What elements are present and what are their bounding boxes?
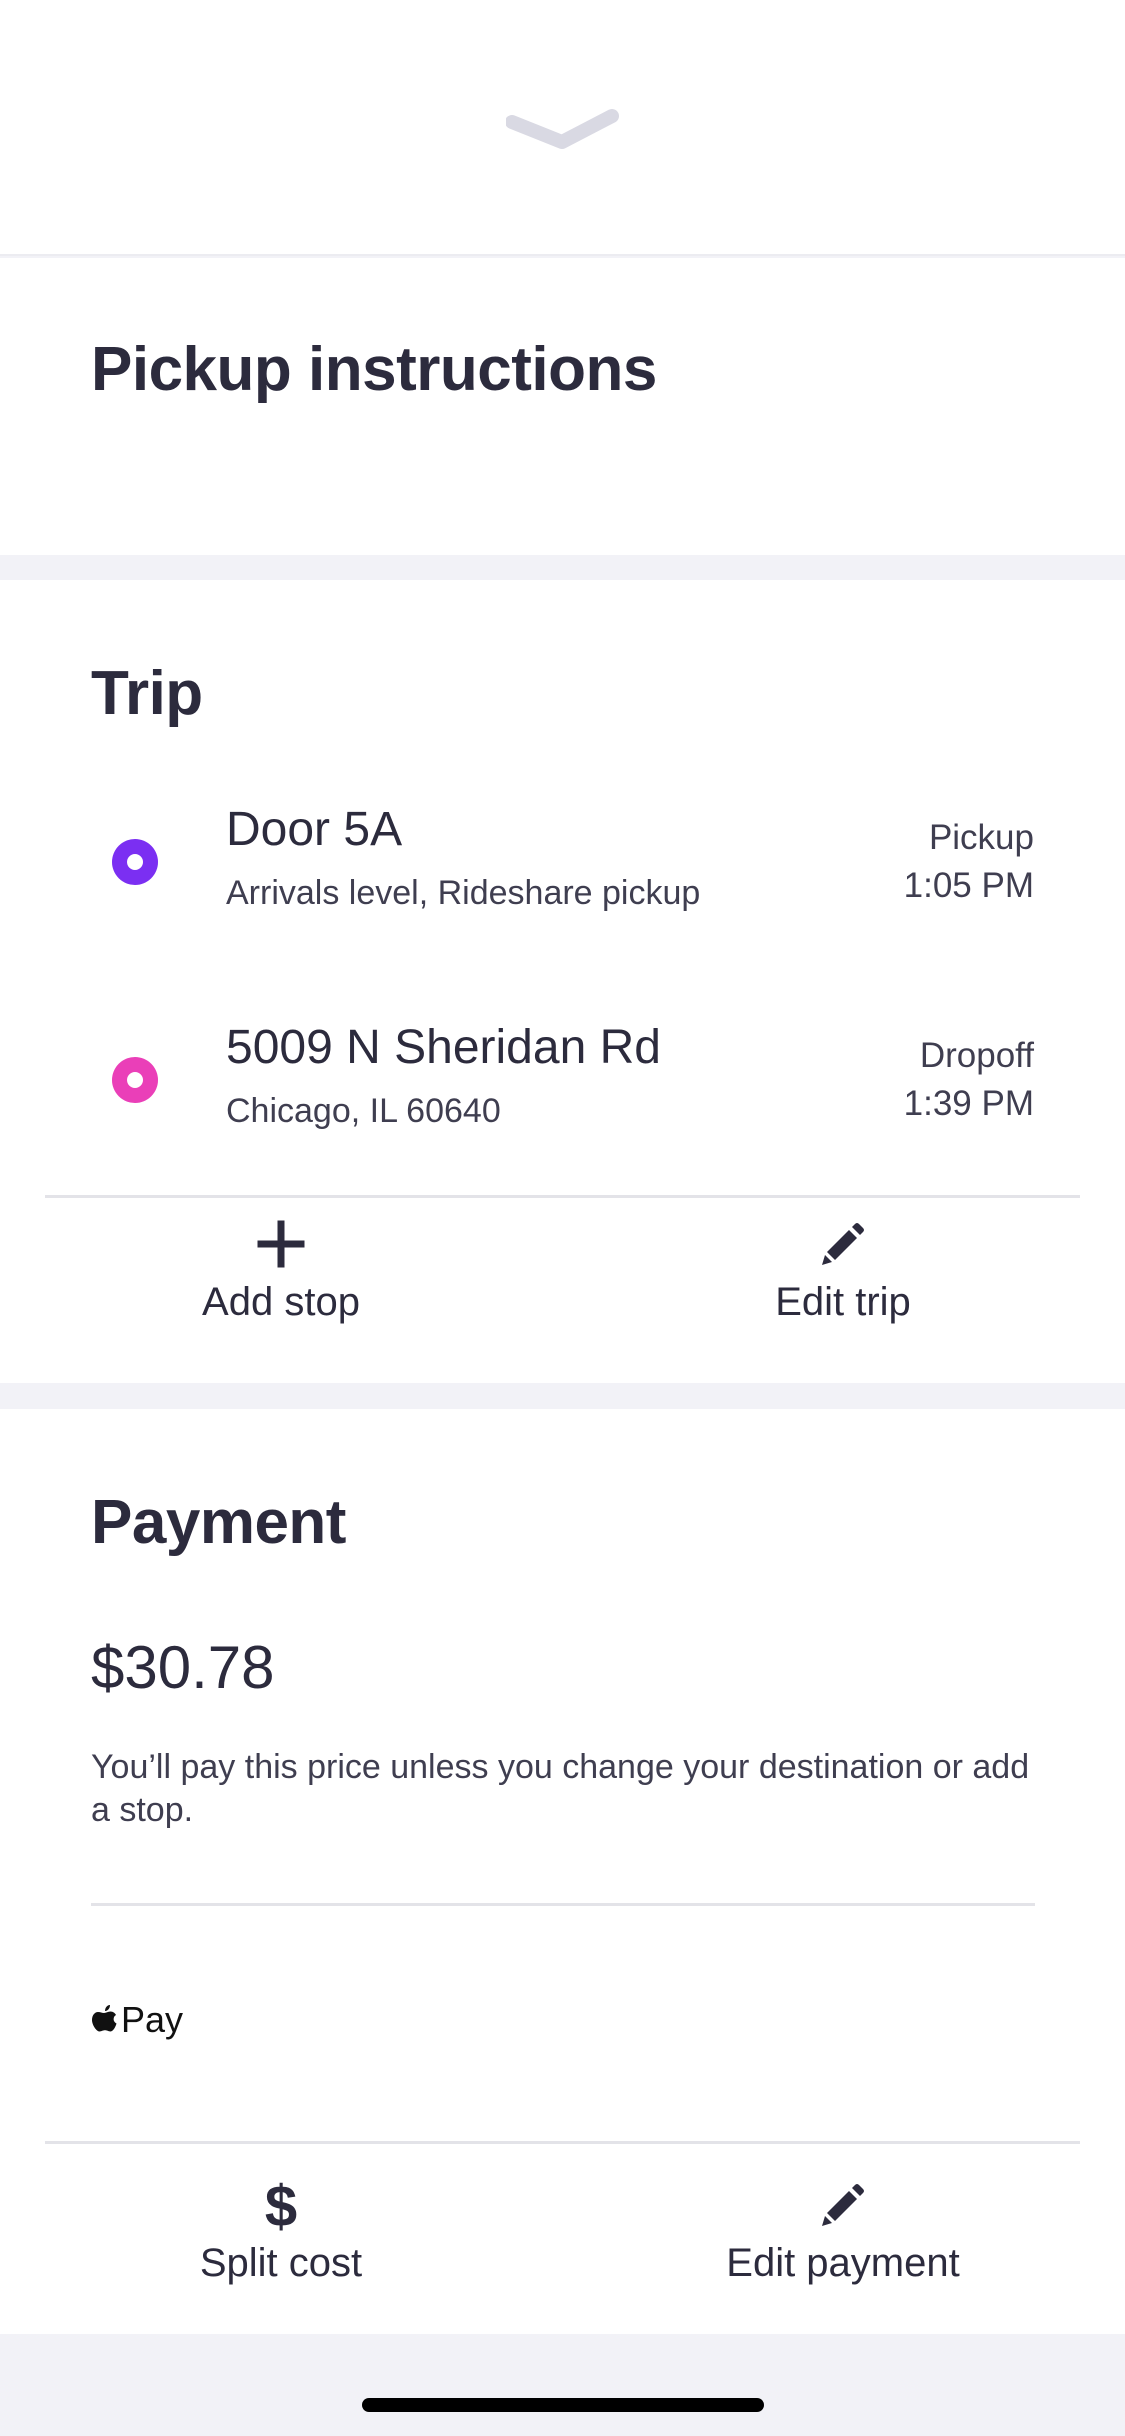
stop-name: Door 5A [226,803,403,856]
dropoff-dot-icon [112,1057,158,1103]
sheet-header [0,0,1125,256]
price-amount: $30.78 [91,1634,275,1701]
home-indicator[interactable] [362,2398,764,2412]
plus-icon [257,1220,305,1268]
divider [45,1195,1080,1198]
edit-trip-label: Edit trip [775,1280,911,1324]
edit-trip-button[interactable]: Edit trip [562,1220,1124,1370]
payment-method-apple-pay[interactable]: Pay [90,1999,183,2041]
stop-kind: Dropoff [919,1036,1034,1075]
trip-section: Trip Door 5A Arrivals level, Rideshare p… [0,580,1125,1383]
price-note: You’ll pay this price unless you change … [91,1748,1030,1829]
pencil-icon [822,2184,864,2226]
ride-details-sheet: Pickup instructions Trip Door 5A Arrival… [0,0,1125,2436]
pickup-stop-row[interactable]: Door 5A Arrivals level, Rideshare pickup… [0,790,1125,940]
pickup-dot-icon [112,839,158,885]
pencil-icon [822,1223,864,1265]
pickup-instructions-section[interactable]: Pickup instructions [0,258,1125,555]
trip-title: Trip [91,659,203,728]
divider [91,1903,1035,1906]
add-stop-label: Add stop [202,1280,360,1324]
edit-payment-button[interactable]: Edit payment [562,2181,1124,2331]
add-stop-button[interactable]: Add stop [0,1220,562,1370]
pickup-instructions-title: Pickup instructions [91,335,657,404]
chevron-down-icon[interactable] [506,108,619,150]
split-cost-button[interactable]: $ Split cost [0,2174,562,2331]
stop-detail: Arrivals level, Rideshare pickup [226,874,701,912]
dropoff-stop-row[interactable]: 5009 N Sheridan Rd Chicago, IL 60640 Dro… [0,1008,1125,1158]
dollar-icon: $ [264,2174,298,2239]
stop-time: 1:05 PM [903,866,1034,905]
stop-name: 5009 N Sheridan Rd [226,1021,661,1074]
split-cost-label: Split cost [199,2241,363,2285]
apple-pay-label: Pay [121,1999,184,2040]
stop-detail: Chicago, IL 60640 [226,1092,501,1130]
apple-logo-icon [92,2005,117,2032]
stop-kind: Pickup [928,818,1034,857]
edit-payment-label: Edit payment [726,2241,960,2285]
payment-title: Payment [91,1488,346,1557]
payment-section: Payment $30.78 You’ll pay this price unl… [0,1409,1125,2334]
stop-time: 1:39 PM [903,1084,1034,1123]
divider [45,2141,1080,2144]
